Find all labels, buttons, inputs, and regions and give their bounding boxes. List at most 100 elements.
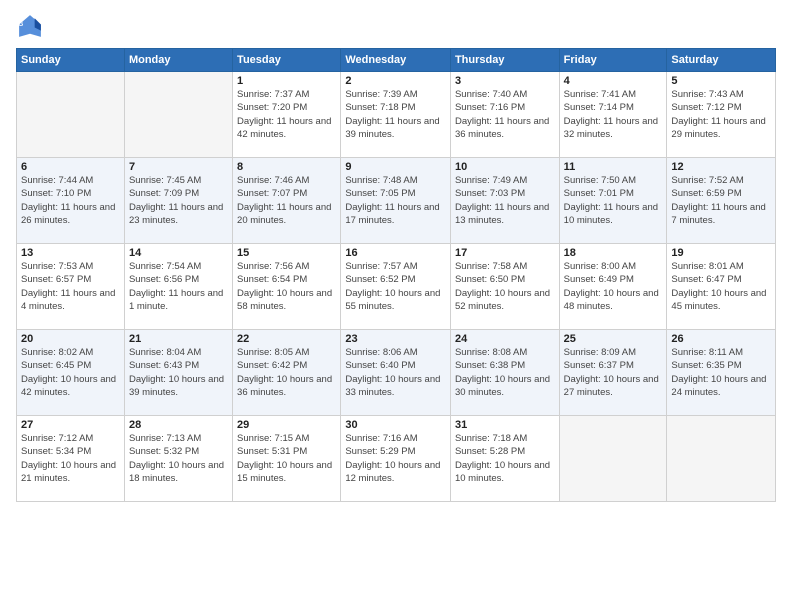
day-info: Sunrise: 8:00 AMSunset: 6:49 PMDaylight:…: [564, 260, 663, 313]
day-number: 12: [671, 161, 771, 173]
col-header-wednesday: Wednesday: [341, 49, 451, 72]
calendar-cell: 5Sunrise: 7:43 AMSunset: 7:12 PMDaylight…: [667, 72, 776, 158]
calendar-week-5: 27Sunrise: 7:12 AMSunset: 5:34 PMDayligh…: [17, 416, 776, 502]
calendar-week-1: 1Sunrise: 7:37 AMSunset: 7:20 PMDaylight…: [17, 72, 776, 158]
calendar-cell: 25Sunrise: 8:09 AMSunset: 6:37 PMDayligh…: [559, 330, 667, 416]
calendar-cell: [124, 72, 232, 158]
day-info: Sunrise: 8:11 AMSunset: 6:35 PMDaylight:…: [671, 346, 771, 399]
day-info: Sunrise: 7:52 AMSunset: 6:59 PMDaylight:…: [671, 174, 771, 227]
col-header-tuesday: Tuesday: [233, 49, 341, 72]
day-number: 26: [671, 333, 771, 345]
col-header-sunday: Sunday: [17, 49, 125, 72]
day-info: Sunrise: 7:44 AMSunset: 7:10 PMDaylight:…: [21, 174, 120, 227]
day-info: Sunrise: 7:53 AMSunset: 6:57 PMDaylight:…: [21, 260, 120, 313]
day-info: Sunrise: 7:56 AMSunset: 6:54 PMDaylight:…: [237, 260, 336, 313]
day-number: 4: [564, 75, 663, 87]
day-number: 2: [345, 75, 446, 87]
calendar-cell: 17Sunrise: 7:58 AMSunset: 6:50 PMDayligh…: [450, 244, 559, 330]
day-number: 5: [671, 75, 771, 87]
calendar-table: SundayMondayTuesdayWednesdayThursdayFrid…: [16, 48, 776, 502]
day-info: Sunrise: 8:06 AMSunset: 6:40 PMDaylight:…: [345, 346, 446, 399]
calendar-cell: 6Sunrise: 7:44 AMSunset: 7:10 PMDaylight…: [17, 158, 125, 244]
calendar-cell: 18Sunrise: 8:00 AMSunset: 6:49 PMDayligh…: [559, 244, 667, 330]
calendar-cell: 4Sunrise: 7:41 AMSunset: 7:14 PMDaylight…: [559, 72, 667, 158]
calendar-week-2: 6Sunrise: 7:44 AMSunset: 7:10 PMDaylight…: [17, 158, 776, 244]
day-info: Sunrise: 7:43 AMSunset: 7:12 PMDaylight:…: [671, 88, 771, 141]
page: G SundayMondayTuesdayWednesdayThursdayFr…: [0, 0, 792, 612]
day-info: Sunrise: 7:41 AMSunset: 7:14 PMDaylight:…: [564, 88, 663, 141]
day-number: 27: [21, 419, 120, 431]
calendar-cell: 24Sunrise: 8:08 AMSunset: 6:38 PMDayligh…: [450, 330, 559, 416]
svg-text:G: G: [18, 21, 23, 28]
calendar-cell: 20Sunrise: 8:02 AMSunset: 6:45 PMDayligh…: [17, 330, 125, 416]
calendar-cell: 3Sunrise: 7:40 AMSunset: 7:16 PMDaylight…: [450, 72, 559, 158]
logo: G: [16, 12, 46, 40]
day-number: 23: [345, 333, 446, 345]
calendar-cell: 1Sunrise: 7:37 AMSunset: 7:20 PMDaylight…: [233, 72, 341, 158]
day-info: Sunrise: 7:46 AMSunset: 7:07 PMDaylight:…: [237, 174, 336, 227]
day-number: 6: [21, 161, 120, 173]
day-info: Sunrise: 7:15 AMSunset: 5:31 PMDaylight:…: [237, 432, 336, 485]
header: G: [16, 12, 776, 40]
calendar-cell: 31Sunrise: 7:18 AMSunset: 5:28 PMDayligh…: [450, 416, 559, 502]
calendar-cell: 10Sunrise: 7:49 AMSunset: 7:03 PMDayligh…: [450, 158, 559, 244]
header-row: SundayMondayTuesdayWednesdayThursdayFrid…: [17, 49, 776, 72]
calendar-cell: 15Sunrise: 7:56 AMSunset: 6:54 PMDayligh…: [233, 244, 341, 330]
day-info: Sunrise: 7:45 AMSunset: 7:09 PMDaylight:…: [129, 174, 228, 227]
calendar-cell: 21Sunrise: 8:04 AMSunset: 6:43 PMDayligh…: [124, 330, 232, 416]
day-info: Sunrise: 7:12 AMSunset: 5:34 PMDaylight:…: [21, 432, 120, 485]
day-number: 9: [345, 161, 446, 173]
col-header-thursday: Thursday: [450, 49, 559, 72]
day-number: 22: [237, 333, 336, 345]
col-header-saturday: Saturday: [667, 49, 776, 72]
calendar-cell: 23Sunrise: 8:06 AMSunset: 6:40 PMDayligh…: [341, 330, 451, 416]
day-number: 1: [237, 75, 336, 87]
day-info: Sunrise: 7:54 AMSunset: 6:56 PMDaylight:…: [129, 260, 228, 313]
day-number: 31: [455, 419, 555, 431]
calendar-cell: 13Sunrise: 7:53 AMSunset: 6:57 PMDayligh…: [17, 244, 125, 330]
day-info: Sunrise: 8:09 AMSunset: 6:37 PMDaylight:…: [564, 346, 663, 399]
calendar-cell: 16Sunrise: 7:57 AMSunset: 6:52 PMDayligh…: [341, 244, 451, 330]
day-info: Sunrise: 7:18 AMSunset: 5:28 PMDaylight:…: [455, 432, 555, 485]
day-number: 14: [129, 247, 228, 259]
calendar-cell: 7Sunrise: 7:45 AMSunset: 7:09 PMDaylight…: [124, 158, 232, 244]
day-number: 24: [455, 333, 555, 345]
day-number: 30: [345, 419, 446, 431]
calendar-cell: 27Sunrise: 7:12 AMSunset: 5:34 PMDayligh…: [17, 416, 125, 502]
day-info: Sunrise: 7:57 AMSunset: 6:52 PMDaylight:…: [345, 260, 446, 313]
calendar-cell: [17, 72, 125, 158]
calendar-cell: 14Sunrise: 7:54 AMSunset: 6:56 PMDayligh…: [124, 244, 232, 330]
day-info: Sunrise: 7:48 AMSunset: 7:05 PMDaylight:…: [345, 174, 446, 227]
day-number: 7: [129, 161, 228, 173]
col-header-monday: Monday: [124, 49, 232, 72]
day-info: Sunrise: 7:50 AMSunset: 7:01 PMDaylight:…: [564, 174, 663, 227]
logo-icon: G: [16, 12, 44, 40]
day-info: Sunrise: 7:49 AMSunset: 7:03 PMDaylight:…: [455, 174, 555, 227]
day-info: Sunrise: 8:01 AMSunset: 6:47 PMDaylight:…: [671, 260, 771, 313]
calendar-cell: 9Sunrise: 7:48 AMSunset: 7:05 PMDaylight…: [341, 158, 451, 244]
day-info: Sunrise: 8:04 AMSunset: 6:43 PMDaylight:…: [129, 346, 228, 399]
day-number: 19: [671, 247, 771, 259]
calendar-cell: 22Sunrise: 8:05 AMSunset: 6:42 PMDayligh…: [233, 330, 341, 416]
day-number: 29: [237, 419, 336, 431]
day-number: 28: [129, 419, 228, 431]
day-info: Sunrise: 7:40 AMSunset: 7:16 PMDaylight:…: [455, 88, 555, 141]
calendar-cell: 11Sunrise: 7:50 AMSunset: 7:01 PMDayligh…: [559, 158, 667, 244]
calendar-cell: 12Sunrise: 7:52 AMSunset: 6:59 PMDayligh…: [667, 158, 776, 244]
calendar-cell: 30Sunrise: 7:16 AMSunset: 5:29 PMDayligh…: [341, 416, 451, 502]
calendar-cell: 29Sunrise: 7:15 AMSunset: 5:31 PMDayligh…: [233, 416, 341, 502]
day-info: Sunrise: 7:39 AMSunset: 7:18 PMDaylight:…: [345, 88, 446, 141]
day-number: 17: [455, 247, 555, 259]
day-number: 10: [455, 161, 555, 173]
day-number: 25: [564, 333, 663, 345]
calendar-cell: 8Sunrise: 7:46 AMSunset: 7:07 PMDaylight…: [233, 158, 341, 244]
day-number: 3: [455, 75, 555, 87]
day-number: 20: [21, 333, 120, 345]
calendar-week-3: 13Sunrise: 7:53 AMSunset: 6:57 PMDayligh…: [17, 244, 776, 330]
day-number: 13: [21, 247, 120, 259]
calendar-cell: 26Sunrise: 8:11 AMSunset: 6:35 PMDayligh…: [667, 330, 776, 416]
day-info: Sunrise: 7:37 AMSunset: 7:20 PMDaylight:…: [237, 88, 336, 141]
day-info: Sunrise: 8:05 AMSunset: 6:42 PMDaylight:…: [237, 346, 336, 399]
calendar-cell: [667, 416, 776, 502]
day-info: Sunrise: 7:13 AMSunset: 5:32 PMDaylight:…: [129, 432, 228, 485]
